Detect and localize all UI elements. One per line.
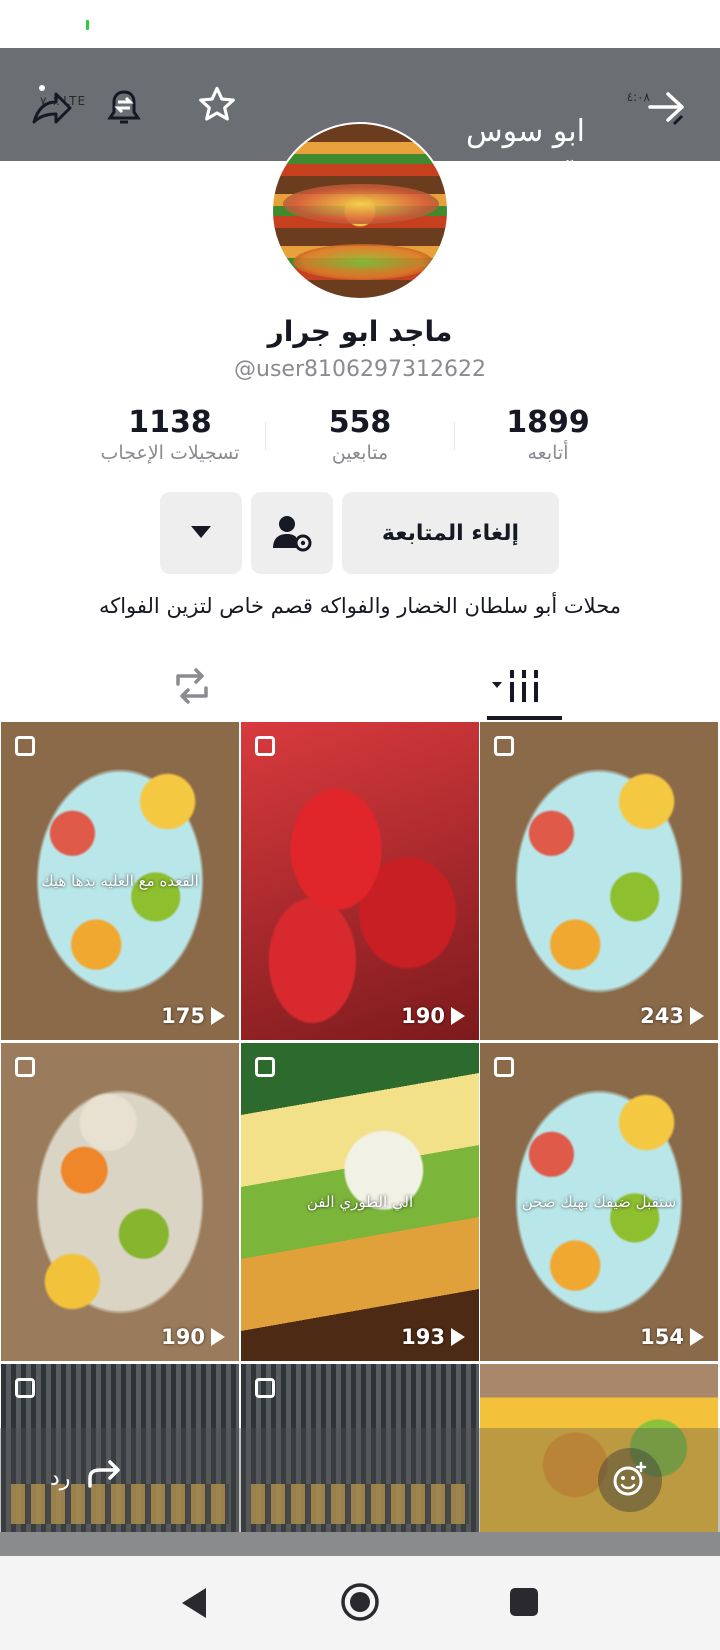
emoji-reaction-button[interactable]: [598, 1448, 662, 1512]
video-caption: ستقبل ضيفك بهيك صحن: [521, 1193, 677, 1211]
view-count-number: 243: [640, 1004, 684, 1028]
unfollow-label: إلغاء المتابعة: [381, 520, 520, 546]
notification-title: ابو سوس: [466, 114, 585, 149]
multi-photo-icon: [494, 1057, 514, 1077]
play-icon: [451, 1007, 465, 1025]
view-count-number: 190: [161, 1325, 205, 1349]
stat-number: 1138: [128, 405, 212, 440]
profile-bio: محلات أبو سلطان الخضار والفواكه قصم خاص …: [98, 594, 622, 618]
stat-divider: [454, 422, 455, 450]
view-count-number: 154: [640, 1325, 684, 1349]
stat-following[interactable]: 1899 أتابعه: [458, 405, 638, 464]
play-icon: [690, 1328, 704, 1346]
profile-settings-button[interactable]: [251, 492, 333, 574]
share-icon[interactable]: [28, 82, 76, 130]
reply-bar: رد: [0, 1428, 720, 1532]
user-gear-icon: [273, 516, 312, 552]
video-thumbnail[interactable]: 243: [480, 722, 718, 1040]
dropdown-triangle-icon: [191, 526, 211, 538]
bottom-divider-strip: [0, 1532, 720, 1556]
status-dot: [86, 20, 89, 30]
system-navigation-bar: [0, 1556, 720, 1650]
avatar-fruit-detail: [283, 184, 439, 224]
stat-label: أتابعه: [527, 442, 569, 464]
profile-handle: @user8106297312622: [234, 357, 486, 382]
avatar[interactable]: [271, 122, 449, 300]
avatar-fruit-detail: [293, 244, 433, 280]
star-icon[interactable]: [196, 84, 244, 132]
nav-recents-icon: [510, 1588, 538, 1616]
view-count: 243: [640, 1004, 704, 1028]
stat-likes[interactable]: 1138 تسجيلات الإعجاب: [80, 405, 260, 464]
stat-divider: [265, 422, 266, 450]
play-icon: [211, 1007, 225, 1025]
view-count-number: 190: [401, 1004, 445, 1028]
repost-tab[interactable]: [170, 664, 214, 712]
top-strip: [0, 0, 720, 48]
active-tab-indicator: [487, 716, 562, 720]
multi-photo-icon: [15, 736, 35, 756]
video-grid: 243 190 القعده مع العليه بدها هيك 175 ست…: [0, 722, 720, 1532]
stat-label: تسجيلات الإعجاب: [100, 442, 240, 464]
reply-arrow-icon[interactable]: [86, 1458, 126, 1494]
nav-back-button[interactable]: [180, 1586, 210, 1624]
reply-label[interactable]: رد: [50, 1466, 70, 1491]
nav-home-button[interactable]: [340, 1582, 380, 1626]
stat-number: 1899: [506, 405, 590, 440]
smiley-icon: [613, 1461, 647, 1496]
multi-photo-icon: [255, 1378, 275, 1398]
more-dropdown-button[interactable]: [160, 492, 242, 574]
videos-tab[interactable]: [488, 664, 558, 712]
nav-back-icon: [182, 1588, 206, 1618]
play-icon: [451, 1328, 465, 1346]
video-thumbnail[interactable]: 190: [241, 722, 479, 1040]
unfollow-button[interactable]: إلغاء المتابعة: [342, 492, 559, 574]
video-thumbnail[interactable]: القعده مع العليه بدها هيك 175: [1, 722, 239, 1040]
view-count-number: 193: [401, 1325, 445, 1349]
videos-grid-icon: [492, 670, 538, 702]
video-caption: الي الطوري الفن: [306, 1193, 414, 1211]
notification-bell-icon[interactable]: [100, 82, 148, 130]
play-icon: [690, 1007, 704, 1025]
video-caption: القعده مع العليه بدها هيك: [41, 872, 199, 890]
multi-photo-icon: [494, 736, 514, 756]
multi-photo-icon: [255, 1057, 275, 1077]
view-count: 154: [640, 1325, 704, 1349]
view-count: 190: [161, 1325, 225, 1349]
repost-icon: [176, 668, 208, 704]
stat-label: متابعين: [331, 442, 389, 464]
multi-photo-icon: [15, 1057, 35, 1077]
video-thumbnail[interactable]: ستقبل ضيفك بهيك صحن 154: [480, 1043, 718, 1361]
back-arrow-icon[interactable]: [644, 84, 692, 132]
view-count: 175: [161, 1004, 225, 1028]
view-count-number: 175: [161, 1004, 205, 1028]
nav-home-icon: [341, 1583, 379, 1621]
video-thumbnail[interactable]: الي الطوري الفن 193: [241, 1043, 479, 1361]
content-tabs: [0, 650, 720, 722]
multi-photo-icon: [255, 736, 275, 756]
play-icon: [211, 1328, 225, 1346]
multi-photo-icon: [15, 1378, 35, 1398]
view-count: 193: [401, 1325, 465, 1349]
view-count: 190: [401, 1004, 465, 1028]
video-thumbnail[interactable]: 190: [1, 1043, 239, 1361]
nav-recents-button[interactable]: [509, 1587, 539, 1621]
profile-name: ماجد ابو جرار: [267, 315, 453, 348]
stat-followers[interactable]: 558 متابعين: [270, 405, 450, 464]
notification-time: الآن: [553, 158, 585, 182]
stat-number: 558: [328, 405, 392, 440]
